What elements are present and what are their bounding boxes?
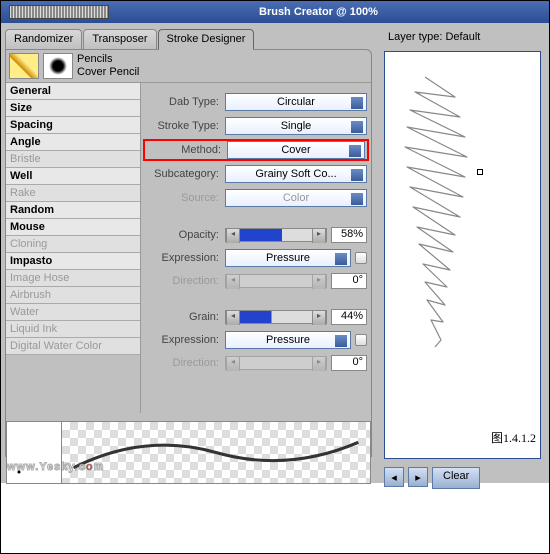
tab-stroke-designer[interactable]: Stroke Designer — [158, 29, 255, 50]
dab-type-label: Dab Type: — [145, 96, 225, 108]
direction2-slider: ◂▸ — [225, 356, 327, 370]
right-panel: Layer type: Default 图1.4.1.2 ◂ ▸ Clear — [376, 23, 549, 483]
cat-digital-water[interactable]: Digital Water Color — [6, 338, 140, 355]
grain-label: Grain: — [145, 311, 225, 323]
stroke-type-label: Stroke Type: — [145, 120, 225, 132]
expression2-check[interactable] — [355, 334, 367, 346]
method-label: Method: — [147, 144, 227, 156]
figure-label: 图1.4.1.2 — [491, 429, 536, 446]
left-panel: Randomizer Transposer Stroke Designer Pe… — [1, 23, 376, 483]
method-dropdown[interactable]: Cover — [227, 141, 365, 159]
stroke-type-dropdown[interactable]: Single — [225, 117, 367, 135]
grain-value[interactable]: 44% — [331, 309, 367, 325]
title-bar: Brush Creator @ 100% — [1, 1, 549, 23]
opacity-value[interactable]: 58% — [331, 227, 367, 243]
layer-type-value: Default — [445, 31, 480, 43]
brush-variant-icon[interactable] — [43, 53, 73, 79]
cat-general[interactable]: General — [6, 83, 140, 100]
cat-cloning[interactable]: Cloning — [6, 236, 140, 253]
cat-image-hose[interactable]: Image Hose — [6, 270, 140, 287]
prev-button[interactable]: ◂ — [384, 467, 404, 487]
ruler-icon — [9, 5, 109, 19]
expression1-dropdown[interactable]: Pressure — [225, 249, 351, 267]
expression2-label: Expression: — [145, 334, 225, 346]
direction1-value: 0° — [331, 273, 367, 289]
direction1-label: Direction: — [145, 275, 225, 287]
selection-handle[interactable] — [477, 169, 483, 175]
brush-category-name: Pencils — [77, 53, 139, 66]
grain-slider[interactable]: ◂▸ — [225, 310, 327, 324]
next-button[interactable]: ▸ — [408, 467, 428, 487]
preview-canvas[interactable]: 图1.4.1.2 — [384, 51, 541, 459]
cat-mouse[interactable]: Mouse — [6, 219, 140, 236]
expression1-label: Expression: — [145, 252, 225, 264]
cat-well[interactable]: Well — [6, 168, 140, 185]
cat-angle[interactable]: Angle — [6, 134, 140, 151]
brush-stroke-sample — [395, 72, 480, 352]
source-dropdown: Color — [225, 189, 367, 207]
cat-bristle[interactable]: Bristle — [6, 151, 140, 168]
cat-liquid-ink[interactable]: Liquid Ink — [6, 321, 140, 338]
brush-header: Pencils Cover Pencil — [6, 50, 371, 83]
direction2-value: 0° — [331, 355, 367, 371]
brush-variant-name: Cover Pencil — [77, 66, 139, 79]
cat-airbrush[interactable]: Airbrush — [6, 287, 140, 304]
direction1-slider: ◂▸ — [225, 274, 327, 288]
expression2-dropdown[interactable]: Pressure — [225, 331, 351, 349]
cat-water[interactable]: Water — [6, 304, 140, 321]
tab-transposer[interactable]: Transposer — [83, 29, 156, 49]
source-label: Source: — [145, 192, 225, 204]
clear-button[interactable]: Clear — [432, 467, 480, 489]
cat-random[interactable]: Random — [6, 202, 140, 219]
cat-rake[interactable]: Rake — [6, 185, 140, 202]
cat-impasto[interactable]: Impasto — [6, 253, 140, 270]
stroke-preview — [62, 422, 370, 483]
window-title: Brush Creator @ 100% — [259, 6, 378, 18]
opacity-slider[interactable]: ◂▸ — [225, 228, 327, 242]
brush-category-icon[interactable] — [9, 53, 39, 79]
form-area: Dab Type: Circular Stroke Type: Single M… — [141, 83, 371, 413]
category-list: General Size Spacing Angle Bristle Well … — [6, 83, 141, 413]
layer-type-label: Layer type: — [388, 31, 442, 43]
cat-size[interactable]: Size — [6, 100, 140, 117]
tab-randomizer[interactable]: Randomizer — [5, 29, 82, 49]
dab-type-dropdown[interactable]: Circular — [225, 93, 367, 111]
opacity-label: Opacity: — [145, 229, 225, 241]
direction2-label: Direction: — [145, 357, 225, 369]
expression1-check[interactable] — [355, 252, 367, 264]
cat-spacing[interactable]: Spacing — [6, 117, 140, 134]
watermark: www.Yesky.com — [7, 454, 104, 475]
subcategory-dropdown[interactable]: Grainy Soft Co... — [225, 165, 367, 183]
subcategory-label: Subcategory: — [145, 168, 225, 180]
